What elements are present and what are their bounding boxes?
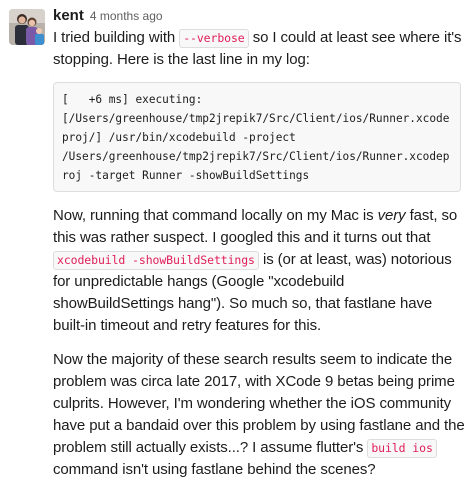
code-line: roj -target Runner -showBuildSettings — [62, 169, 310, 182]
paragraph-3-text-after: command isn't using fastlane behind the … — [53, 461, 376, 478]
author-name[interactable]: kent — [53, 7, 84, 24]
code-line: [ +6 ms] executing: — [62, 93, 203, 106]
message-timestamp[interactable]: 4 months ago — [90, 9, 163, 23]
paragraph-3: Now the majority of these search results… — [53, 349, 465, 481]
code-block-text: [ +6 ms] executing: [/Users/greenhouse/t… — [62, 90, 452, 185]
code-block: [ +6 ms] executing: [/Users/greenhouse/t… — [53, 82, 461, 192]
paragraph-2-text-before: Now, running that command locally on my … — [53, 207, 378, 224]
message-header: kent 4 months ago — [53, 5, 465, 27]
code-line: /Users/greenhouse/tmp2jrepik7/Src/Client… — [62, 150, 450, 163]
paragraph-1-text-before: I tried building with — [53, 29, 180, 46]
avatar[interactable] — [9, 9, 45, 45]
avatar-photo-icon — [9, 9, 45, 45]
inline-code-build-ios: build ios — [367, 439, 437, 458]
code-line: [/Users/greenhouse/tmp2jrepik7/Src/Clien… — [62, 112, 450, 125]
message-content: kent 4 months ago I tried building with -… — [53, 5, 465, 481]
paragraph-2-emphasis: very — [377, 207, 406, 224]
chat-message: kent 4 months ago I tried building with -… — [0, 0, 471, 478]
code-line: proj/] /usr/bin/xcodebuild -project — [62, 131, 296, 144]
paragraph-1: I tried building with --verbose so I cou… — [53, 27, 465, 71]
inline-code-showbuildsettings: xcodebuild -showBuildSettings — [53, 251, 259, 270]
inline-code-verbose: --verbose — [179, 29, 249, 48]
paragraph-2: Now, running that command locally on my … — [53, 205, 465, 337]
